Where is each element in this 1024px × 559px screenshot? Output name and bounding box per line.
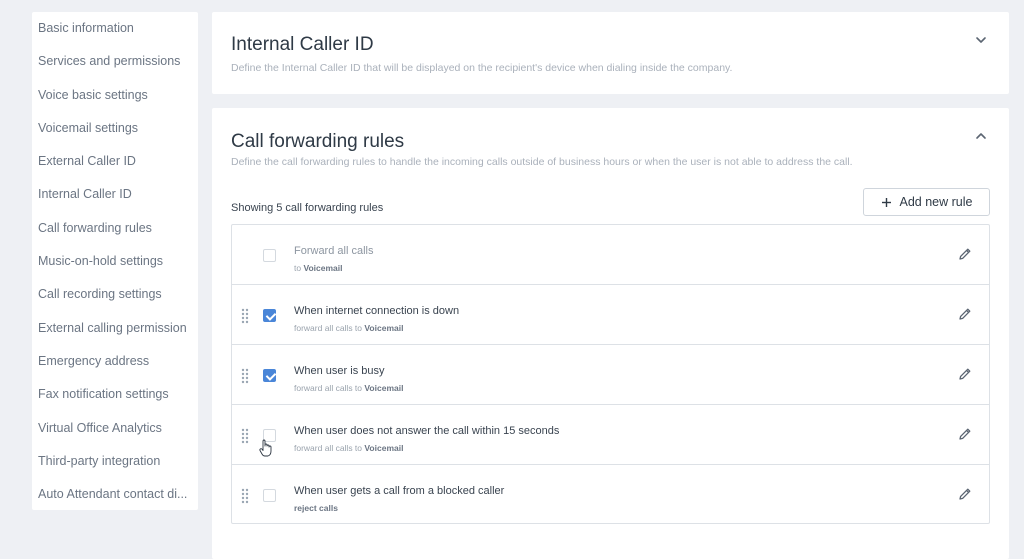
sidebar-item-internal-caller-id[interactable]: Internal Caller ID xyxy=(32,178,198,211)
rule-title: When user does not answer the call withi… xyxy=(294,425,560,437)
sidebar-item-services-and-permissions[interactable]: Services and permissions xyxy=(32,45,198,78)
pencil-icon[interactable] xyxy=(957,246,973,262)
rule-subtitle: forward all calls to Voicemail xyxy=(294,323,404,333)
sidebar-item-voicemail-settings[interactable]: Voicemail settings xyxy=(32,112,198,145)
internal-caller-id-description: Define the Internal Caller ID that will … xyxy=(231,62,733,74)
sidebar-item-third-party-integration[interactable]: Third-party integration xyxy=(32,445,198,478)
settings-sidebar: Basic information Services and permissio… xyxy=(32,12,198,510)
call-forwarding-card: Call forwarding rules Define the call fo… xyxy=(212,108,1009,559)
pencil-icon[interactable] xyxy=(957,366,973,382)
chevron-down-icon[interactable] xyxy=(975,34,987,46)
sidebar-item-external-calling-permission[interactable]: External calling permission xyxy=(32,312,198,345)
add-new-rule-label: Add new rule xyxy=(899,195,973,209)
rule-title: Forward all calls xyxy=(294,245,374,257)
call-forwarding-description: Define the call forwarding rules to hand… xyxy=(231,156,853,168)
chevron-up-icon[interactable] xyxy=(975,130,987,142)
sidebar-item-external-caller-id[interactable]: External Caller ID xyxy=(32,145,198,178)
plus-icon xyxy=(881,197,891,207)
sidebar-item-music-on-hold-settings[interactable]: Music-on-hold settings xyxy=(32,245,198,278)
rule-checkbox[interactable] xyxy=(263,309,276,322)
sidebar-item-emergency-address[interactable]: Emergency address xyxy=(32,345,198,378)
sidebar-item-call-forwarding-rules[interactable]: Call forwarding rules xyxy=(32,212,198,245)
rule-subtitle: reject calls xyxy=(294,503,338,513)
call-forwarding-title: Call forwarding rules xyxy=(231,131,405,152)
rules-list: Forward all calls to Voicemail When inte… xyxy=(231,224,990,524)
pencil-icon[interactable] xyxy=(957,306,973,322)
rule-title: When user is busy xyxy=(294,365,385,377)
rule-subtitle: to Voicemail xyxy=(294,263,343,273)
rule-subtitle: forward all calls to Voicemail xyxy=(294,383,404,393)
sidebar-item-fax-notification-settings[interactable]: Fax notification settings xyxy=(32,378,198,411)
sidebar-item-virtual-office-analytics[interactable]: Virtual Office Analytics xyxy=(32,412,198,445)
drag-handle-icon[interactable] xyxy=(241,428,249,444)
rules-count-text: Showing 5 call forwarding rules xyxy=(231,202,384,214)
rule-checkbox[interactable] xyxy=(263,489,276,502)
sidebar-item-voice-basic-settings[interactable]: Voice basic settings xyxy=(32,79,198,112)
rule-row-no-answer: When user does not answer the call withi… xyxy=(232,405,989,465)
rule-row-internet-down: When internet connection is down forward… xyxy=(232,285,989,345)
rule-checkbox[interactable] xyxy=(263,369,276,382)
sidebar-item-basic-information[interactable]: Basic information xyxy=(32,12,198,45)
drag-handle-icon[interactable] xyxy=(241,488,249,504)
add-new-rule-button[interactable]: Add new rule xyxy=(863,188,990,216)
sidebar-item-auto-attendant-contact[interactable]: Auto Attendant contact di... xyxy=(32,478,198,511)
internal-caller-id-title: Internal Caller ID xyxy=(231,34,374,55)
rule-row-forward-all-calls: Forward all calls to Voicemail xyxy=(232,225,989,285)
rule-checkbox[interactable] xyxy=(263,249,276,262)
sidebar-item-call-recording-settings[interactable]: Call recording settings xyxy=(32,278,198,311)
rule-title: When internet connection is down xyxy=(294,305,460,317)
rule-row-blocked-caller: When user gets a call from a blocked cal… xyxy=(232,465,989,523)
drag-handle-icon[interactable] xyxy=(241,308,249,324)
rule-title: When user gets a call from a blocked cal… xyxy=(294,485,505,497)
internal-caller-id-card: Internal Caller ID Define the Internal C… xyxy=(212,12,1009,94)
hand-cursor-icon xyxy=(259,439,272,457)
rule-row-user-busy: When user is busy forward all calls to V… xyxy=(232,345,989,405)
rule-subtitle: forward all calls to Voicemail xyxy=(294,443,404,453)
drag-handle-icon[interactable] xyxy=(241,368,249,384)
pencil-icon[interactable] xyxy=(957,426,973,442)
pencil-icon[interactable] xyxy=(957,486,973,502)
